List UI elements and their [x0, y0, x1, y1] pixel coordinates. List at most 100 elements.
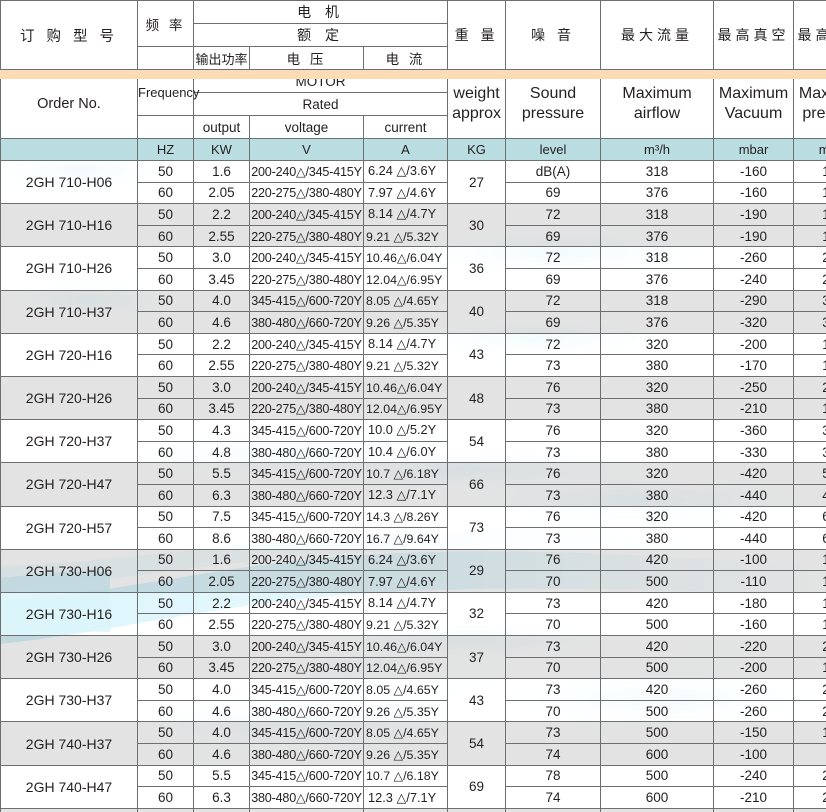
- cell-model: 2GH 720-H47: [0, 462, 138, 507]
- cell-voltage: 345-415△/600-720Y: [249, 721, 364, 745]
- cell-max-pressure: 90: [793, 743, 826, 766]
- cell-frequency: 50: [137, 203, 194, 226]
- cell-voltage: 345-415△/600-720Y: [249, 462, 364, 485]
- header-voltage-cn: 电 压: [249, 46, 364, 70]
- cell-current: 10.46△/6.04Y: [362, 375, 449, 399]
- cell-model: 2GH 740-H37: [0, 721, 138, 766]
- cell-max-airflow: 376: [600, 267, 715, 291]
- cell-frequency: 50: [137, 764, 194, 788]
- cell-max-airflow: 500: [600, 807, 715, 812]
- cell-weight: 73: [447, 505, 507, 550]
- cell-max-airflow: 420: [600, 635, 715, 658]
- cell-model: 2GH 730-H37: [0, 678, 138, 723]
- cell-voltage: 200-240△/345-415Y: [249, 591, 364, 615]
- cell-output: 5.5: [193, 462, 250, 485]
- cell-output: 3.45: [193, 397, 250, 421]
- cell-voltage: 220-275△/380-480Y: [249, 656, 364, 680]
- table-row: 2GH 720-H57 50 7.5 345-415△/600-720Y 14.3 △/…: [0, 505, 826, 550]
- cell-voltage: 380-480△/660-720Y: [249, 311, 364, 334]
- cell-max-vacuum: -250: [713, 375, 795, 399]
- cell-frequency: 60: [137, 527, 194, 550]
- header-output-en: output: [193, 115, 250, 139]
- unit-current: A: [362, 138, 449, 161]
- cell-output: 4.0: [193, 678, 250, 701]
- cell-max-airflow: 420: [600, 678, 715, 701]
- cell-max-pressure: 190: [793, 332, 826, 356]
- cell-max-airflow: 376: [600, 224, 715, 248]
- cell-current: 8.05 △/4.65Y: [362, 678, 449, 701]
- cell-voltage: 380-480△/660-720Y: [249, 440, 364, 464]
- cell-voltage: 200-240△/345-415Y: [249, 203, 364, 226]
- header-frequency-cn: 频 率: [137, 0, 194, 47]
- cell-sound-level: 73: [505, 397, 602, 421]
- cell-output: 2.05: [193, 570, 250, 593]
- cell-model: 2GH 730-H06: [0, 548, 138, 593]
- cell-sound-level: 73: [505, 354, 602, 377]
- cell-weight: 27: [447, 159, 507, 205]
- unit-sound: level: [505, 138, 602, 161]
- cell-model: 2GH 710-H37: [0, 289, 138, 334]
- cell-frequency: 60: [137, 743, 194, 766]
- cell-current: 10.4 △/6.0Y: [362, 440, 449, 464]
- cell-sound-level: 78: [505, 807, 602, 812]
- cell-max-pressure: 360: [793, 289, 826, 313]
- cell-voltage: 220-275△/380-480Y: [249, 613, 364, 637]
- cell-current: 6.24 △/3.6Y: [362, 160, 449, 183]
- cell-max-airflow: 320: [600, 462, 715, 485]
- cell-current: 9.21 △/5.32Y: [362, 354, 449, 377]
- cell-frequency: 50: [137, 591, 194, 615]
- cell-model: 2GH 720-H16: [0, 332, 138, 377]
- cell-max-vacuum: -220: [713, 635, 795, 658]
- cell-voltage: 200-240△/345-415Y: [249, 548, 364, 572]
- cell-model: 2GH 720-H26: [0, 375, 138, 421]
- table-row: 2GH 720-H26 50 3.0 200-240△/345-415Y 10.46△/…: [0, 375, 826, 421]
- cell-max-pressure: 190: [793, 224, 826, 248]
- cell-frequency: 60: [137, 656, 194, 680]
- cell-max-pressure: 500: [793, 462, 826, 485]
- header-units-row: HZ KW V A KG level m³/h mbar mbar: [0, 138, 826, 161]
- cell-weight: 36: [447, 246, 507, 291]
- unit-model: [0, 138, 138, 161]
- cell-max-pressure: 190: [793, 203, 826, 226]
- cell-output: 7.5: [193, 505, 250, 529]
- cell-output: 2.05: [193, 181, 250, 205]
- cell-max-vacuum: -110: [713, 570, 795, 593]
- cell-current: 9.26 △/5.35Y: [362, 311, 449, 334]
- cell-output: 3.45: [193, 267, 250, 291]
- cell-output: 4.8: [193, 440, 250, 464]
- cell-sound-level: 70: [505, 613, 602, 637]
- cell-output: 8.6: [193, 527, 250, 550]
- cell-model: 2GH 730-H16: [0, 591, 138, 637]
- cell-current: 8.05 △/4.65Y: [362, 721, 449, 745]
- cell-frequency: 50: [137, 289, 194, 313]
- cell-voltage: 220-275△/380-480Y: [249, 570, 364, 593]
- cell-current: 12.04△/6.95Y: [362, 656, 449, 680]
- header-airflow-en-l2: airflow: [633, 105, 681, 122]
- cell-sound-level: 72: [505, 289, 602, 313]
- cell-voltage: 380-480△/660-720Y: [249, 743, 364, 766]
- cell-frequency: 50: [137, 807, 194, 812]
- cell-sound-level: 78: [505, 764, 602, 788]
- header-pressure-en-l1: Maximum: [798, 85, 826, 102]
- header-pressure-en: Maximum pressure: [793, 69, 826, 139]
- cell-sound-level: 74: [505, 743, 602, 766]
- cell-output: 1.6: [193, 548, 250, 572]
- cell-frequency: 60: [137, 354, 194, 377]
- cell-model: 2GH 710-H26: [0, 246, 138, 291]
- cell-max-pressure: 140: [793, 721, 826, 745]
- unit-pressure: mbar: [793, 138, 826, 161]
- cell-max-pressure: 230: [793, 267, 826, 291]
- cell-max-airflow: 420: [600, 591, 715, 615]
- header-airflow-cn: 最大流量: [600, 0, 715, 70]
- cell-model: 2GH 710-H06: [0, 159, 138, 205]
- cell-max-vacuum: -210: [713, 397, 795, 421]
- table-row: 2GH 720-H16 50 2.2 200-240△/345-415Y 8.14 △/…: [0, 332, 826, 377]
- cell-max-vacuum: -100: [713, 743, 795, 766]
- cell-current: 9.26 △/5.35Y: [362, 699, 449, 723]
- cell-voltage: 220-275△/380-480Y: [249, 354, 364, 377]
- cell-max-airflow: 500: [600, 656, 715, 680]
- cell-current: 10.46△/6.04Y: [362, 635, 449, 658]
- cell-output: 4.6: [193, 699, 250, 723]
- header-pressure-en-l2: pressure: [802, 105, 826, 122]
- cell-sound-level: 73: [505, 527, 602, 550]
